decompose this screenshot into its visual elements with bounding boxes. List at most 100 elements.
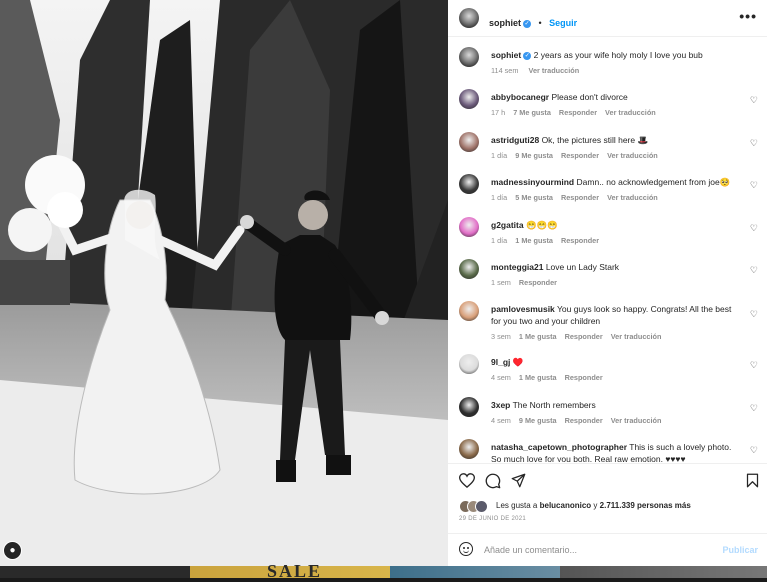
commenter-avatar[interactable] [459,217,479,237]
commenter-avatar[interactable] [459,439,479,459]
commenter-avatar[interactable] [459,132,479,152]
comment-likes[interactable]: 1 Me gusta [519,332,557,341]
commenter-username[interactable]: natasha_capetown_photographer [491,442,627,452]
comment-text: monteggia21 Love un Lady Stark [491,261,741,273]
comment-like-heart-icon[interactable]: ♡ [750,445,758,456]
commenter-avatar[interactable] [459,89,479,109]
verified-badge-icon: ✓ [523,52,532,60]
background-page-strip [0,566,767,578]
post-header: sophiet ✓ • Seguir ••• [448,0,767,37]
comment-text: pamlovesmusik You guys look so happy. Co… [491,303,741,327]
comment-text: madnessinyourmind Damn.. no acknowledgem… [491,176,741,188]
commenter-avatar[interactable] [459,354,479,374]
reply-button[interactable]: Responder [561,236,599,245]
commenter-username[interactable]: madnessinyourmind [491,177,574,187]
comment-like-heart-icon[interactable]: ♡ [750,265,758,276]
commenter-username[interactable]: pamlovesmusik [491,304,555,314]
commenter-username[interactable]: g2gatita [491,220,524,230]
commenter-username[interactable]: 3xep [491,400,510,410]
wedding-photo [0,0,448,566]
comment-likes[interactable]: 9 Me gusta [519,416,557,425]
likes-joiner: y [593,501,598,510]
tagged-user-icon[interactable]: ● [3,541,22,560]
post-side-panel: sophiet ✓ • Seguir ••• sophiet ✓ 2 years a… [448,0,767,566]
comment-likes[interactable]: 9 Me gusta [515,151,553,160]
emoji-icon[interactable] [459,542,473,556]
comment-like-heart-icon[interactable]: ♡ [750,403,758,414]
comment-meta: 1 día 9 Me gusta Responder Ver traducción [491,151,666,160]
comment-likes[interactable]: 1 Me gusta [515,236,553,245]
reply-button[interactable]: Responder [561,193,599,202]
comment-meta: 17 h 7 Me gusta Responder Ver traducción [491,108,664,117]
reply-button[interactable]: Responder [561,151,599,160]
comment-likes[interactable]: 5 Me gusta [515,193,553,202]
reply-button[interactable]: Responder [565,332,603,341]
author-avatar[interactable] [459,47,479,67]
add-comment-bar: Publicar [448,533,767,567]
post-actions: Les gusta a belucanonico y 2.711.339 per… [448,463,767,534]
comment-body: Damn.. no acknowledgement from joe🥺 [576,177,731,187]
heart-icon[interactable] [459,473,475,488]
author-username[interactable]: sophiet [489,18,521,28]
commenter-username[interactable]: monteggia21 [491,262,543,272]
comment-like-heart-icon[interactable]: ♡ [750,180,758,191]
comment-body: Love un Lady Stark [545,262,620,272]
see-translation-link[interactable]: Ver traducción [607,193,658,202]
comment-likes[interactable]: 1 Me gusta [519,373,557,382]
comment-age: 17 h [491,108,506,117]
comment-age: 1 sem [491,278,511,287]
verified-badge-icon: ✓ [523,20,532,28]
reply-button[interactable]: Responder [565,416,603,425]
bookmark-icon[interactable] [746,473,759,488]
comment-meta: 4 sem 1 Me gusta Responder [491,373,611,382]
comment-body: Please don't divorce [551,92,628,102]
comment-age: 4 sem [491,416,511,425]
caption-body: 2 years as your wife holy moly I love yo… [533,50,703,60]
more-options-icon[interactable]: ••• [739,8,757,24]
comment-icon[interactable] [485,473,501,489]
author-avatar[interactable] [459,8,479,28]
reply-button[interactable]: Responder [565,373,603,382]
comment-like-heart-icon[interactable]: ♡ [750,95,758,106]
add-comment-input[interactable] [484,543,714,557]
commenter-avatar[interactable] [459,174,479,194]
reply-button[interactable]: Responder [559,108,597,117]
post-photo[interactable]: ● [0,0,448,566]
likes-summary: Les gusta a belucanonico y 2.711.339 per… [496,501,691,510]
comment-text: 9l_gj ♥️ [491,356,741,368]
comment-body: 😁😁😁 [525,220,558,230]
commenter-avatar[interactable] [459,259,479,279]
comment-meta: 1 sem Responder [491,278,565,287]
commenter-username[interactable]: astridguti28 [491,135,539,145]
commenter-username[interactable]: 9l_gj [491,357,510,367]
background-banner-text: SALE [267,561,323,581]
likes-count[interactable]: 2.711.339 personas más [600,501,691,510]
caption-username[interactable]: sophiet [491,50,521,60]
see-translation-link[interactable]: Ver traducción [528,66,579,75]
see-translation-link[interactable]: Ver traducción [607,151,658,160]
share-icon[interactable] [511,473,526,488]
see-translation-link[interactable]: Ver traducción [605,108,656,117]
comment-like-heart-icon[interactable]: ♡ [750,223,758,234]
comment-meta: 1 día 1 Me gusta Responder [491,236,607,245]
publish-button[interactable]: Publicar [722,545,758,555]
comment-age: 1 día [491,193,508,202]
caption-meta: 114 sem Ver traducción [491,66,587,75]
see-translation-link[interactable]: Ver traducción [611,332,662,341]
follow-button[interactable]: Seguir [549,18,577,28]
commenter-avatar[interactable] [459,397,479,417]
comment-like-heart-icon[interactable]: ♡ [750,138,758,149]
liked-by-user[interactable]: belucanonico [540,501,592,510]
comment-text: natasha_capetown_photographer This is su… [491,441,741,462]
comment-body: The North remembers [512,400,596,410]
reply-button[interactable]: Responder [519,278,557,287]
comments-list[interactable]: sophiet ✓ 2 years as your wife holy moly … [448,37,767,462]
see-translation-link[interactable]: Ver traducción [611,416,662,425]
comment-text: astridguti28 Ok, the pictures still here… [491,134,741,146]
comment-like-heart-icon[interactable]: ♡ [750,309,758,320]
caption-age: 114 sem [491,66,519,75]
commenter-username[interactable]: abbybocanegr [491,92,549,102]
comment-likes[interactable]: 7 Me gusta [513,108,551,117]
comment-like-heart-icon[interactable]: ♡ [750,360,758,371]
commenter-avatar[interactable] [459,301,479,321]
